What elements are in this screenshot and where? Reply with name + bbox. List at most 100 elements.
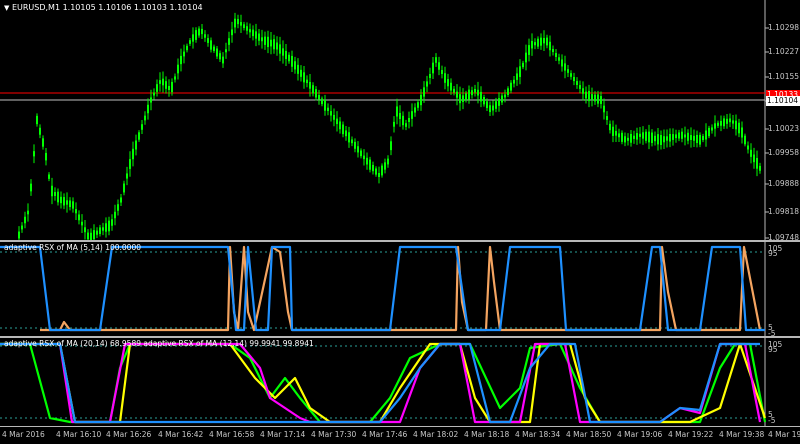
candle	[753, 154, 755, 163]
dropdown-triangle-icon[interactable]: ▼	[4, 4, 9, 12]
candle	[750, 149, 752, 157]
price-tick-label: 1.09888	[768, 179, 800, 188]
indicator1-chart[interactable]	[0, 242, 800, 336]
candle	[543, 37, 545, 44]
candle	[417, 102, 419, 108]
candle	[222, 56, 224, 64]
price-chart[interactable]	[0, 0, 800, 242]
candle	[273, 39, 275, 50]
candle	[243, 24, 245, 28]
candle	[477, 89, 479, 96]
candle	[348, 132, 350, 143]
candle	[300, 69, 302, 77]
candle	[714, 123, 716, 129]
candle	[249, 29, 251, 33]
candle	[105, 223, 107, 232]
candle	[216, 48, 218, 57]
indicator2-title: adaptive RSX of MA (20,14) 68.9589 adapt…	[4, 339, 314, 348]
time-tick-label: 4 Mar 19:54	[768, 430, 800, 439]
candle	[147, 104, 149, 114]
candle	[558, 57, 560, 61]
candle	[318, 95, 320, 100]
indicator2-chart[interactable]	[0, 338, 800, 426]
time-tick-label: 4 Mar 16:26	[106, 430, 152, 439]
candle	[429, 73, 431, 79]
candle	[240, 22, 242, 26]
candle	[357, 146, 359, 153]
candle	[381, 165, 383, 176]
candle	[219, 53, 221, 60]
candle	[141, 124, 143, 130]
candle	[759, 165, 761, 171]
candle	[342, 124, 344, 135]
candle	[228, 38, 230, 45]
candle	[450, 82, 452, 91]
rsx-line-yellow	[0, 342, 767, 424]
candle	[207, 38, 209, 43]
candle	[285, 50, 287, 60]
candle	[393, 121, 395, 127]
candle	[756, 157, 758, 169]
time-tick-label: 4 Mar 18:50	[566, 430, 612, 439]
candle	[60, 196, 62, 204]
candle	[345, 130, 347, 137]
candle	[150, 97, 152, 103]
time-tick-label: 4 Mar 19:38	[719, 430, 765, 439]
price-tick-label: 1.10298	[768, 23, 800, 32]
candle	[600, 96, 602, 104]
candle	[237, 18, 239, 25]
candle	[372, 164, 374, 172]
time-tick-label: 4 Mar 2016	[2, 430, 45, 439]
candle	[135, 140, 137, 150]
candle	[84, 227, 86, 233]
candle	[330, 111, 332, 116]
indicator1-title: adaptive RSX of MA (5,14) 100.0000	[4, 243, 141, 252]
candle	[480, 91, 482, 102]
candle	[321, 98, 323, 105]
candle	[642, 132, 644, 139]
candle	[720, 120, 722, 126]
candle	[297, 64, 299, 74]
candle	[738, 122, 740, 134]
candle	[291, 55, 293, 67]
candle	[162, 78, 164, 86]
candle	[594, 94, 596, 102]
candle	[531, 40, 533, 49]
candle	[621, 132, 623, 142]
candle	[627, 137, 629, 141]
candle	[303, 72, 305, 83]
candle	[126, 173, 128, 179]
candle	[132, 148, 134, 160]
candle	[735, 120, 737, 130]
candle	[117, 204, 119, 211]
candle	[687, 132, 689, 141]
candle	[669, 133, 671, 142]
candle	[483, 97, 485, 105]
time-tick-label: 4 Mar 18:02	[413, 430, 459, 439]
candle	[648, 131, 650, 143]
price-tick-label: 1.10227	[768, 47, 800, 56]
candle	[423, 87, 425, 97]
candle	[597, 94, 599, 104]
time-tick-label: 4 Mar 17:46	[362, 430, 408, 439]
candle	[657, 134, 659, 145]
time-tick-label: 4 Mar 17:14	[260, 430, 306, 439]
candle	[699, 134, 701, 145]
candle	[42, 138, 44, 147]
candle	[159, 80, 161, 84]
candle	[426, 81, 428, 87]
candle	[396, 106, 398, 117]
candle	[624, 136, 626, 143]
candle	[174, 76, 176, 80]
candle	[369, 159, 371, 170]
candle	[465, 93, 467, 100]
candle	[639, 133, 641, 137]
candle	[165, 81, 167, 89]
candle	[171, 81, 173, 93]
candle	[51, 185, 53, 197]
candle	[246, 26, 248, 31]
candle	[225, 49, 227, 53]
candle	[492, 105, 494, 111]
candle	[576, 81, 578, 85]
candle	[327, 107, 329, 111]
